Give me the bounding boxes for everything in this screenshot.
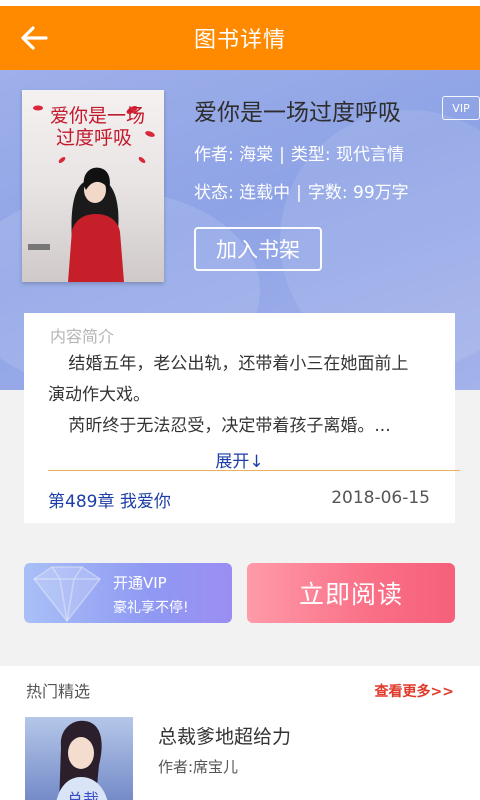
top-bar: 图书详情 bbox=[0, 6, 480, 70]
book-meta-author-genre: 作者: 海棠 | 类型: 现代言情 bbox=[194, 140, 404, 165]
book-genre: 类型: 现代言情 bbox=[290, 145, 405, 165]
hot-book-author: 作者:席宝儿 bbox=[158, 758, 239, 776]
latest-chapter-link[interactable]: 第489章 我爱你 bbox=[48, 487, 171, 512]
hot-book-cover[interactable]: 总裁 bbox=[25, 717, 133, 800]
svg-text:总裁: 总裁 bbox=[67, 790, 99, 800]
open-vip-button[interactable]: 开通VIP 豪礼享不停! bbox=[24, 563, 232, 623]
book-cover: 爱你是一场 过度呼吸 bbox=[22, 90, 164, 282]
arrow-left-icon bbox=[21, 26, 48, 50]
book-meta-status-words: 状态: 连载中 | 字数: 99万字 bbox=[194, 178, 409, 203]
book-author: 作者: 海棠 bbox=[194, 145, 274, 165]
book-wordcount: 字数: 99万字 bbox=[307, 183, 409, 203]
intro-card: 内容简介 结婚五年，老公出轨，还带着小三在她面前上 演动作大戏。 芮昕终于无法忍… bbox=[24, 313, 460, 523]
hot-picks-title: 热门精选 bbox=[26, 682, 91, 701]
latest-chapter-date: 2018-06-15 bbox=[331, 488, 430, 508]
separator: | bbox=[279, 145, 285, 165]
intro-label: 内容简介 bbox=[50, 327, 115, 346]
add-to-shelf-button[interactable]: 加入书架 bbox=[194, 227, 322, 271]
separator: | bbox=[296, 183, 302, 203]
divider bbox=[48, 470, 460, 471]
intro-line: 芮昕终于无法忍受，决定带着孩子离婚。... bbox=[68, 416, 391, 436]
intro-line: 结婚五年，老公出轨，还带着小三在她面前上 bbox=[68, 354, 409, 374]
vip-line2: 豪礼享不停! bbox=[113, 600, 189, 616]
expand-button[interactable]: 展开↓ bbox=[24, 447, 455, 472]
vip-line1: 开通VIP bbox=[113, 574, 167, 592]
read-now-button[interactable]: 立即阅读 bbox=[247, 563, 455, 623]
see-more-link[interactable]: 查看更多>> bbox=[375, 681, 454, 701]
hot-picks-section: 热门精选 查看更多>> 总裁 总裁爹地超给力 作者:席宝儿 bbox=[0, 666, 480, 800]
vip-badge: VIP bbox=[442, 96, 480, 120]
intro-text: 结婚五年，老公出轨，还带着小三在她面前上 演动作大戏。 芮昕终于无法忍受，决定带… bbox=[48, 349, 448, 442]
book-status: 状态: 连载中 bbox=[194, 183, 291, 203]
diamond-icon bbox=[32, 566, 102, 623]
book-title: 爱你是一场过度呼吸 bbox=[194, 100, 401, 126]
intro-line: 演动作大戏。 bbox=[48, 385, 150, 405]
svg-text:爱你是一场: 爱你是一场 bbox=[50, 105, 145, 127]
back-button[interactable] bbox=[16, 20, 52, 56]
hot-book-title[interactable]: 总裁爹地超给力 bbox=[158, 722, 291, 749]
page-title: 图书详情 bbox=[193, 28, 286, 53]
svg-text:过度呼吸: 过度呼吸 bbox=[56, 127, 132, 149]
